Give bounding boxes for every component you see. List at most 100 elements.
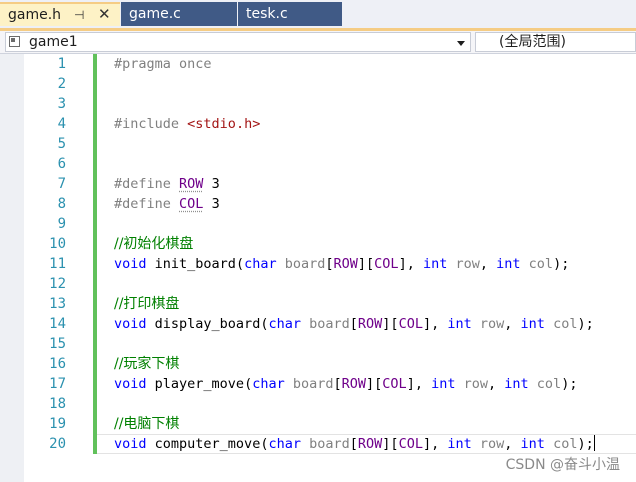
parameter: row xyxy=(479,316,505,332)
code-comment: //玩家下棋 xyxy=(114,356,180,372)
code-comment: //初始化棋盘 xyxy=(114,236,194,252)
macro-name: COL xyxy=(179,196,204,212)
line-number: 8 xyxy=(57,196,66,212)
keyword: char xyxy=(268,316,301,332)
text-caret xyxy=(593,435,595,451)
keyword: int xyxy=(447,316,472,332)
code-text: void player_move(char board[ROW][COL], i… xyxy=(114,376,578,392)
line-number: 18 xyxy=(49,396,66,412)
line-number: 2 xyxy=(57,76,66,92)
pin-icon[interactable]: ⊣ xyxy=(74,4,84,26)
parameter: col xyxy=(553,436,578,452)
code-text: #pragma once xyxy=(114,56,212,72)
line-number: 3 xyxy=(57,96,66,112)
keyword: char xyxy=(252,376,285,392)
document-tab-strip: game.h ⊣ ✕ game.c tesk.c xyxy=(0,0,636,28)
code-line: 11 void init_board(char board[ROW][COL],… xyxy=(0,254,636,274)
code-line: 3 xyxy=(0,94,636,114)
code-text: void display_board(char board[ROW][COL],… xyxy=(114,316,594,332)
code-text: void init_board(char board[ROW][COL], in… xyxy=(114,256,570,272)
keyword: void xyxy=(114,256,147,272)
chevron-down-icon[interactable] xyxy=(457,41,465,46)
line-number: 14 xyxy=(49,316,66,332)
code-comment: //打印棋盘 xyxy=(114,296,180,312)
function-name: computer_move xyxy=(154,436,261,452)
close-icon[interactable]: ✕ xyxy=(98,3,111,25)
line-number: 13 xyxy=(49,296,66,312)
keyword: int xyxy=(447,436,472,452)
parameter: col xyxy=(536,376,562,392)
code-line: 6 xyxy=(0,154,636,174)
line-number: 20 xyxy=(49,436,66,452)
include-header: <stdio.h> xyxy=(187,116,261,132)
project-dropdown[interactable]: game1 xyxy=(5,32,471,52)
code-line: 17 void player_move(char board[ROW][COL]… xyxy=(0,374,636,394)
macro-name: ROW xyxy=(179,176,204,192)
tab-label: game.h xyxy=(8,7,62,23)
line-number: 4 xyxy=(57,116,66,132)
parameter: row xyxy=(463,376,488,392)
preprocessor-directive: #define xyxy=(114,176,171,192)
code-line: 7 #define ROW 3 xyxy=(0,174,636,194)
line-number: 1 xyxy=(57,56,66,72)
preprocessor-directive: #define xyxy=(114,196,171,212)
project-icon xyxy=(9,36,20,47)
line-number: 6 xyxy=(57,156,66,172)
keyword: void xyxy=(114,316,147,332)
function-name: init_board xyxy=(154,256,236,272)
code-line: 10 //初始化棋盘 xyxy=(0,234,636,254)
tab-label: tesk.c xyxy=(246,6,288,22)
macro-ref: COL xyxy=(398,436,423,452)
macro-ref: ROW xyxy=(341,376,367,392)
line-number: 5 xyxy=(57,136,66,152)
code-text: void computer_move(char board[ROW][COL],… xyxy=(114,435,595,452)
keyword: int xyxy=(520,316,545,332)
navigation-bar: game1 (全局范围) xyxy=(0,31,636,54)
line-number: 17 xyxy=(49,376,66,392)
code-comment: //电脑下棋 xyxy=(114,416,180,432)
parameter: board xyxy=(309,316,350,332)
line-number: 10 xyxy=(49,236,66,252)
code-line: 4 #include <stdio.h> xyxy=(0,114,636,134)
line-number: 16 xyxy=(49,356,66,372)
parameter: row xyxy=(455,256,480,272)
line-number: 15 xyxy=(49,336,66,352)
code-line-current: 20 void computer_move(char board[ROW][CO… xyxy=(0,434,636,454)
code-line: 15 xyxy=(0,334,636,354)
scope-label: (全局范围) xyxy=(499,34,566,50)
macro-ref: ROW xyxy=(357,316,383,332)
function-name: display_board xyxy=(154,316,261,332)
code-text: #define ROW 3 xyxy=(114,174,220,194)
macro-value: 3 xyxy=(211,176,220,192)
code-line: 1 #pragma once xyxy=(0,54,636,74)
keyword: int xyxy=(496,256,521,272)
parameter: board xyxy=(284,256,326,272)
keyword: int xyxy=(422,256,448,272)
parameter: col xyxy=(528,256,554,272)
keyword: void xyxy=(114,436,147,452)
code-editor[interactable]: 1 #pragma once 2 3 4 #include <stdio.h> … xyxy=(0,54,636,482)
tab-tesk-c[interactable]: tesk.c xyxy=(238,2,342,26)
tab-game-h[interactable]: game.h ⊣ ✕ xyxy=(0,2,120,26)
macro-ref: COL xyxy=(374,256,399,272)
scope-dropdown[interactable]: (全局范围) xyxy=(475,32,636,52)
parameter: board xyxy=(292,376,334,392)
keyword: char xyxy=(244,256,277,272)
code-line: 18 xyxy=(0,394,636,414)
keyword: void xyxy=(114,376,147,392)
parameter: row xyxy=(479,436,505,452)
watermark: CSDN @奋斗小温 xyxy=(505,457,620,473)
code-line: 5 xyxy=(0,134,636,154)
code-line: 16 //玩家下棋 xyxy=(0,354,636,374)
line-number: 12 xyxy=(49,276,66,292)
code-text: #define COL 3 xyxy=(114,194,220,214)
code-line: 14 void display_board(char board[ROW][CO… xyxy=(0,314,636,334)
function-name: player_move xyxy=(154,376,245,392)
tab-game-c[interactable]: game.c xyxy=(121,2,237,26)
project-name: game1 xyxy=(29,34,78,50)
code-line: 2 xyxy=(0,74,636,94)
code-line: 12 xyxy=(0,274,636,294)
line-number: 9 xyxy=(57,216,66,232)
code-line: 9 xyxy=(0,214,636,234)
keyword: int xyxy=(520,436,545,452)
